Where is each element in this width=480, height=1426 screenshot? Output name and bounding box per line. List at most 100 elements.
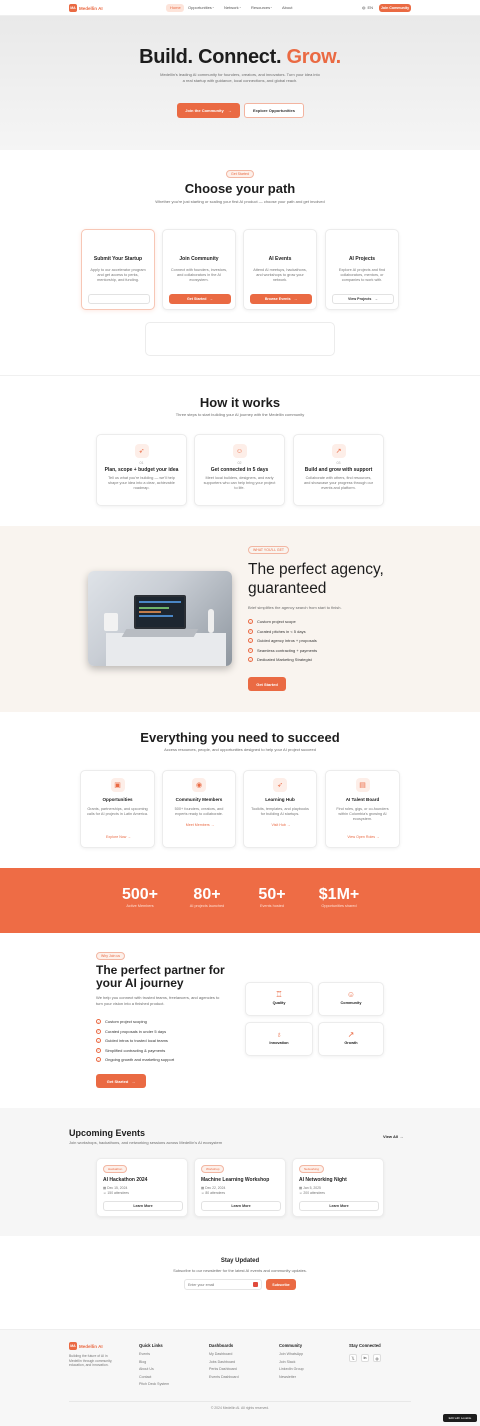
resource-title: Learning Hub bbox=[265, 797, 295, 802]
path-badge: Get Started bbox=[226, 170, 254, 178]
eye-icon: ◉ bbox=[192, 778, 206, 792]
nav-network[interactable]: Network bbox=[224, 5, 239, 10]
autofill-icon[interactable] bbox=[253, 1282, 258, 1287]
footer-link[interactable]: My Dashboard bbox=[209, 1351, 239, 1359]
path-badge-wrap: Get Started bbox=[0, 170, 480, 178]
path-card-submit[interactable]: Submit Your Startup Apply to our acceler… bbox=[81, 229, 155, 310]
newsletter-email-input[interactable] bbox=[184, 1279, 262, 1290]
path-card-text: Apply to our accelerator program and get… bbox=[90, 268, 146, 283]
check-circle-icon: ✓ bbox=[96, 1019, 101, 1024]
path-card-community[interactable]: Join Community Connect with founders, in… bbox=[162, 229, 236, 310]
users-icon: ☺ bbox=[103, 1191, 107, 1195]
newsletter-title: Stay Updated bbox=[220, 1258, 260, 1264]
partner-checklist: ✓ Custom project scoping ✓ Curated proposa… bbox=[96, 1019, 174, 1063]
learn-more-button[interactable]: Learn More bbox=[201, 1201, 281, 1211]
tile-label: Innovation bbox=[269, 1041, 289, 1045]
stat-number: 50+ bbox=[258, 886, 286, 903]
check-icon: ✓ bbox=[248, 628, 253, 634]
visit-hub-link[interactable]: Visit Hub → bbox=[244, 823, 318, 827]
meet-members-link[interactable]: Meet Members → bbox=[163, 823, 237, 827]
footer-link[interactable]: Contact bbox=[139, 1374, 169, 1382]
submit-startup-button[interactable] bbox=[88, 294, 150, 304]
resource-card[interactable]: ▤ AI Talent Board Find roles, gigs, or c… bbox=[325, 770, 400, 848]
footer-link[interactable]: Join Slack bbox=[279, 1359, 304, 1367]
view-projects-button[interactable]: View Projects → bbox=[332, 294, 394, 304]
path-subtitle: Whether you're just starting or scaling … bbox=[155, 199, 325, 204]
event-card[interactable]: Networking AI Networking Night ▦ Jan 5, … bbox=[292, 1158, 384, 1217]
agency-get-started-button[interactable]: Get Started bbox=[248, 677, 286, 691]
nav-resources[interactable]: Resources bbox=[251, 5, 270, 10]
calendar-icon: ▦ bbox=[103, 1186, 107, 1190]
event-card[interactable]: Hackathon AI Hackathon 2024 ▦ Dec 15, 20… bbox=[96, 1158, 188, 1217]
path-card-title: Submit Your Startup bbox=[93, 256, 143, 262]
footer-link[interactable]: Jobs Dashboard bbox=[209, 1359, 239, 1367]
get-started-button[interactable]: Get Started → bbox=[169, 294, 231, 304]
learn-more-button[interactable]: Learn More bbox=[299, 1201, 379, 1211]
agency-badge-wrap: WHAT YOU'LL GET bbox=[248, 546, 290, 554]
footer-divider bbox=[69, 1401, 411, 1402]
succeed-subtitle: Access resources, people, and opportunit… bbox=[164, 747, 316, 752]
stat-label: AI projects launched bbox=[189, 904, 225, 908]
check-icon: ✓ bbox=[248, 638, 253, 644]
nav-opportunities[interactable]: Opportunities bbox=[188, 5, 212, 10]
brand-name: Medellin AI bbox=[79, 5, 103, 11]
stat-number: 80+ bbox=[193, 886, 221, 903]
event-tag: Networking bbox=[299, 1165, 325, 1173]
learn-more-button[interactable]: Learn More bbox=[103, 1201, 183, 1211]
view-all-link[interactable]: View All → bbox=[383, 1134, 403, 1139]
nav-home[interactable]: Home bbox=[170, 5, 181, 10]
language-switch[interactable]: ◍ EN bbox=[362, 5, 373, 10]
footer-link[interactable]: Perks Dashboard bbox=[209, 1366, 239, 1374]
checklist-item: ✓ Dedicated Marketing Strategist bbox=[248, 657, 312, 663]
section-divider bbox=[0, 375, 480, 376]
gift-icon: ▣ bbox=[110, 778, 125, 792]
partner-get-started-button[interactable]: Get Started → bbox=[96, 1074, 146, 1088]
subscribe-button[interactable]: Subscribe bbox=[266, 1279, 296, 1290]
path-card-events[interactable]: AI Events Attend AI meetups, hackathons,… bbox=[243, 229, 317, 310]
value-tile: ♁ Innovation bbox=[245, 1022, 313, 1056]
view-open-roles-link[interactable]: View Open Roles → bbox=[326, 835, 401, 839]
step-text: Tell us what you're building — we'll hel… bbox=[108, 476, 175, 491]
event-title: AI Hackathon 2024 bbox=[103, 1177, 148, 1183]
footer-col-title: Community bbox=[279, 1343, 303, 1348]
partner-badge-wrap: Why Join us bbox=[96, 952, 126, 960]
twitter-icon[interactable]: 𝕏 bbox=[349, 1354, 357, 1362]
users-icon: ☺ bbox=[346, 990, 356, 999]
tile-label: Community bbox=[340, 1001, 362, 1005]
join-community-button[interactable]: Join the Community → bbox=[177, 103, 240, 118]
footer-link[interactable]: Blog bbox=[139, 1359, 169, 1367]
explore-now-link[interactable]: Explore Now → bbox=[81, 835, 156, 839]
empty-card-placeholder bbox=[145, 322, 335, 356]
footer-link[interactable]: Join WhatsApp bbox=[279, 1351, 304, 1359]
resource-card[interactable]: ➶ Learning Hub Toolkits, templates, and … bbox=[243, 770, 317, 848]
event-card[interactable]: Workshop Machine Learning Workshop ▦ Dec… bbox=[194, 1158, 286, 1217]
footer-link[interactable]: About Us bbox=[139, 1366, 169, 1374]
footer-link[interactable]: Events bbox=[139, 1351, 169, 1359]
step-number: 03 bbox=[336, 461, 341, 465]
tile-label: Quality bbox=[272, 1001, 286, 1005]
footer-brand[interactable]: MA Medellin AI bbox=[69, 1342, 103, 1350]
nav-about[interactable]: About bbox=[282, 5, 292, 10]
explore-opportunities-button[interactable]: Explore Opportunities bbox=[244, 103, 304, 118]
calendar-icon: ▦ bbox=[299, 1186, 303, 1190]
arrow-right-icon: → bbox=[227, 108, 232, 113]
stat-item: 80+ AI projects launched bbox=[177, 886, 237, 908]
event-title: AI Networking Night bbox=[299, 1177, 347, 1183]
footer-link[interactable]: Pitch Deck System bbox=[139, 1381, 169, 1389]
footer-link[interactable]: LinkedIn Group bbox=[279, 1366, 304, 1374]
browse-events-button[interactable]: Browse Events → bbox=[250, 294, 312, 304]
linkedin-icon[interactable]: in bbox=[361, 1354, 369, 1362]
users-icon: ☺ bbox=[201, 1191, 205, 1195]
join-community-nav-button[interactable]: Join Community bbox=[379, 4, 411, 12]
lovable-badge[interactable]: Edit with Lovable bbox=[443, 1414, 477, 1422]
footer-about: Building the future of AI in Medellín th… bbox=[69, 1354, 113, 1368]
github-icon[interactable]: ◍ bbox=[373, 1354, 381, 1362]
resource-card[interactable]: ▣ Opportunities Grants, partnerships, an… bbox=[80, 770, 155, 848]
brand-logo[interactable]: MA Medellin AI bbox=[69, 4, 103, 12]
footer-link[interactable]: Newsletter bbox=[279, 1374, 304, 1382]
arrow-right-icon: → bbox=[209, 297, 213, 301]
path-card-projects[interactable]: AI Projects Explore AI projects and find… bbox=[325, 229, 399, 310]
footer-link[interactable]: Events Dashboard bbox=[209, 1374, 239, 1382]
agency-checklist: ✓ Custom project scope ✓ Curated pitches i… bbox=[248, 619, 317, 663]
resource-card[interactable]: ◉ Community Members 500+ founders, creat… bbox=[162, 770, 236, 848]
